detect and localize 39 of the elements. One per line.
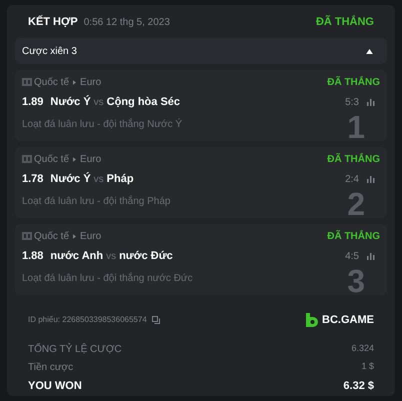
summary-value: 6.32 $ [343, 379, 374, 394]
summary-label: TỔNG TỶ LỆ CƯỢC [28, 342, 122, 356]
market-label: Loạt đá luân lưu - đội thắng Pháp [22, 194, 170, 209]
versus-label: vs [94, 172, 104, 186]
bet-type: KẾT HỢP [28, 14, 78, 30]
league-category: Quốc tế [34, 76, 70, 90]
team-name: Nước Ý [50, 94, 91, 110]
status-label: ĐÃ THẮNG [327, 152, 380, 166]
match-score: 2:4 [345, 172, 359, 186]
summary-label: Tiền cược [28, 360, 74, 374]
team-name: Cộng hòa Séc [106, 94, 180, 110]
status-label: ĐÃ THẮNG [327, 75, 380, 90]
league-category: Quốc tế [34, 230, 70, 244]
league-name: Euro [80, 230, 102, 244]
odds-value: 1.89 [22, 94, 44, 110]
odds-value: 1.88 [22, 248, 44, 264]
summary-value: 6.324 [351, 342, 374, 356]
odds-value: 1.78 [22, 172, 44, 187]
versus-label: vs [106, 250, 116, 264]
team-name: nước Đức [119, 248, 173, 264]
parlay-toggle[interactable]: Cược xiên 3 [15, 38, 387, 64]
brand-name: BC.GAME [322, 312, 374, 328]
summary-value: 1 $ [361, 360, 374, 374]
market-label: Loạt đá luân lưu - đội thắng nước Đức [22, 271, 193, 286]
summary-label: YOU WON [28, 379, 82, 394]
league-name: Euro [80, 76, 102, 90]
team-name: Pháp [106, 172, 134, 187]
league-name: Euro [80, 152, 102, 166]
match-score: 4:5 [345, 250, 359, 264]
bet-time: 0:56 12 thg 5, 2023 [84, 16, 170, 30]
versus-label: vs [94, 96, 104, 110]
team-name: nước Anh [50, 248, 104, 264]
league-category: Quốc tế [34, 152, 70, 166]
status-label: ĐÃ THẮNG [327, 229, 380, 244]
match-score: 5:3 [345, 96, 359, 110]
ticket-id: ID phiếu: 2268503398536065574 [28, 314, 147, 326]
status-label: ĐÃ THẮNG [316, 14, 374, 30]
market-label: Loạt đá luân lưu - đội thắng Nước Ý [22, 117, 182, 132]
team-name: Nước Ý [50, 171, 91, 187]
